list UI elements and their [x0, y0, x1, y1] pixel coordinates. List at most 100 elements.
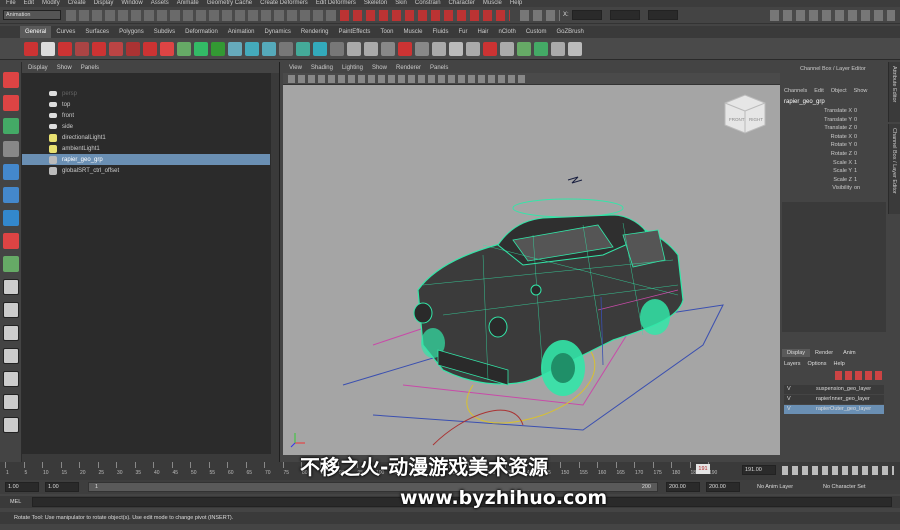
- channel-value[interactable]: 1: [854, 177, 857, 183]
- rotate-tool-icon[interactable]: [3, 164, 19, 180]
- panel-menu-item[interactable]: Panels: [430, 65, 448, 71]
- x-field[interactable]: [572, 10, 602, 20]
- channel-row[interactable]: Translate X0: [780, 108, 888, 116]
- shelf-tab[interactable]: Surfaces: [80, 26, 114, 38]
- channel-menu-item[interactable]: Object: [831, 88, 847, 94]
- layer-visibility-toggle[interactable]: V: [787, 396, 791, 402]
- menu-item[interactable]: Create: [68, 0, 86, 7]
- shelf-tool-icon[interactable]: [449, 42, 463, 56]
- shelf-tab[interactable]: Curves: [51, 26, 80, 38]
- shelf-tool-icon[interactable]: [143, 42, 157, 56]
- channel-row[interactable]: Rotate X0: [780, 134, 888, 142]
- shelf-tool-icon[interactable]: [75, 42, 89, 56]
- shelf-tab[interactable]: GoZBrush: [552, 26, 589, 38]
- shelf-tab[interactable]: nCloth: [494, 26, 521, 38]
- move-tool-icon[interactable]: [3, 141, 19, 157]
- mode-selector[interactable]: Animation: [3, 10, 61, 20]
- outliner-item[interactable]: rapier_geo_grp: [22, 154, 270, 165]
- layout-persp-icon[interactable]: [3, 325, 19, 341]
- layer-row[interactable]: VrapierInner_geo_layer: [784, 395, 884, 404]
- y-field[interactable]: [610, 10, 640, 20]
- shelf-tool-icon[interactable]: [279, 42, 293, 56]
- shelf-tool-icon[interactable]: [228, 42, 242, 56]
- layer-visibility-toggle[interactable]: V: [787, 386, 791, 392]
- shelf-tool-icon[interactable]: [126, 42, 140, 56]
- shelf-tool-icon[interactable]: [483, 42, 497, 56]
- shelf-tool-icon[interactable]: [109, 42, 123, 56]
- layer-editor-menu-item[interactable]: Options: [808, 361, 827, 367]
- layer-editor-menu-item[interactable]: Help: [833, 361, 844, 367]
- shelf-tab[interactable]: Toon: [375, 26, 398, 38]
- layout-custom-icon[interactable]: [3, 394, 19, 410]
- shelf-tab[interactable]: Fur: [453, 26, 472, 38]
- menu-item[interactable]: Edit: [24, 0, 34, 7]
- layer-buttons[interactable]: [835, 371, 885, 380]
- outliner-hscrollbar[interactable]: [22, 454, 272, 462]
- channel-row[interactable]: Scale Z1: [780, 177, 888, 185]
- layer-visibility-toggle[interactable]: V: [787, 406, 791, 412]
- select-tool-icon[interactable]: [3, 72, 19, 88]
- layout-four-icon[interactable]: [3, 302, 19, 318]
- shelf-tool-icon[interactable]: [194, 42, 208, 56]
- scale-tool-icon[interactable]: [3, 187, 19, 203]
- shelf-tool-icon[interactable]: [92, 42, 106, 56]
- shelf-tool-icon[interactable]: [313, 42, 327, 56]
- channel-row[interactable]: Scale Y1: [780, 168, 888, 176]
- shelf-tool-icon[interactable]: [568, 42, 582, 56]
- channel-row[interactable]: Translate Z0: [780, 125, 888, 133]
- current-frame-field[interactable]: 191.00: [742, 465, 776, 475]
- menu-item[interactable]: Create Deformers: [260, 0, 308, 7]
- menu-item[interactable]: Assets: [151, 0, 169, 7]
- viewport[interactable]: FRONT RIGHT: [283, 85, 780, 455]
- layout-single-icon[interactable]: [3, 279, 19, 295]
- shelf-tab[interactable]: Rendering: [296, 26, 334, 38]
- channel-row[interactable]: Rotate Z0: [780, 151, 888, 159]
- menu-item[interactable]: Character: [449, 0, 475, 7]
- range-end2-field[interactable]: 200.00: [706, 482, 740, 492]
- outliner-item[interactable]: persp: [22, 88, 270, 99]
- attribute-editor-tab[interactable]: Attribute Editor: [888, 62, 900, 122]
- shelf-tool-icon[interactable]: [432, 42, 446, 56]
- shelf-tab[interactable]: General: [20, 26, 52, 38]
- outliner-menu-item[interactable]: Display: [28, 65, 48, 71]
- shelf-tab[interactable]: Fluids: [427, 26, 453, 38]
- channel-menu-item[interactable]: Show: [854, 88, 868, 94]
- panel-menu-item[interactable]: View: [289, 65, 302, 71]
- shelf-tool-icon[interactable]: [347, 42, 361, 56]
- layer-editor-tab[interactable]: Display: [782, 349, 811, 357]
- shelf-tool-icon[interactable]: [364, 42, 378, 56]
- range-inner-start-field[interactable]: 1.00: [45, 482, 79, 492]
- channel-menu-item[interactable]: Edit: [814, 88, 823, 94]
- channel-box-tab[interactable]: Channel Box / Layer Editor: [888, 124, 900, 214]
- outliner-item[interactable]: top: [22, 99, 270, 110]
- outliner-item[interactable]: ambientLight1: [22, 143, 270, 154]
- shelf-tool-icon[interactable]: [551, 42, 565, 56]
- snap-icons[interactable]: [340, 10, 510, 21]
- outliner-menu-item[interactable]: Panels: [81, 65, 99, 71]
- menu-item[interactable]: Modify: [42, 0, 60, 7]
- shelf-tab[interactable]: PaintEffects: [334, 26, 376, 38]
- panel-toolbar-icons[interactable]: [288, 75, 528, 83]
- menu-item[interactable]: Window: [121, 0, 142, 7]
- channel-value[interactable]: 0: [854, 108, 857, 114]
- status-tool-icons[interactable]: [66, 10, 336, 21]
- menu-item[interactable]: Skeleton: [364, 0, 387, 7]
- shelf-tab[interactable]: Custom: [521, 26, 552, 38]
- shelf-tool-icon[interactable]: [41, 42, 55, 56]
- panel-menu-item[interactable]: Lighting: [342, 65, 363, 71]
- panel-menu-item[interactable]: Renderer: [396, 65, 421, 71]
- layer-row[interactable]: Vsuspension_geo_layer: [784, 385, 884, 394]
- shelf-tool-icon[interactable]: [211, 42, 225, 56]
- channel-row[interactable]: Visibility on: [780, 185, 888, 193]
- z-field[interactable]: [648, 10, 678, 20]
- range-end-field[interactable]: 200.00: [666, 482, 700, 492]
- layer-editor-tab[interactable]: Render: [810, 349, 838, 357]
- soft-mod-icon[interactable]: [3, 233, 19, 249]
- panel-menu-item[interactable]: Show: [372, 65, 387, 71]
- lasso-tool-icon[interactable]: [3, 95, 19, 111]
- channel-menu-item[interactable]: Channels: [784, 88, 807, 94]
- shelf-tab[interactable]: Muscle: [398, 26, 427, 38]
- shelf-tool-icon[interactable]: [58, 42, 72, 56]
- layout-graph-icon[interactable]: [3, 371, 19, 387]
- shelf-tool-icon[interactable]: [415, 42, 429, 56]
